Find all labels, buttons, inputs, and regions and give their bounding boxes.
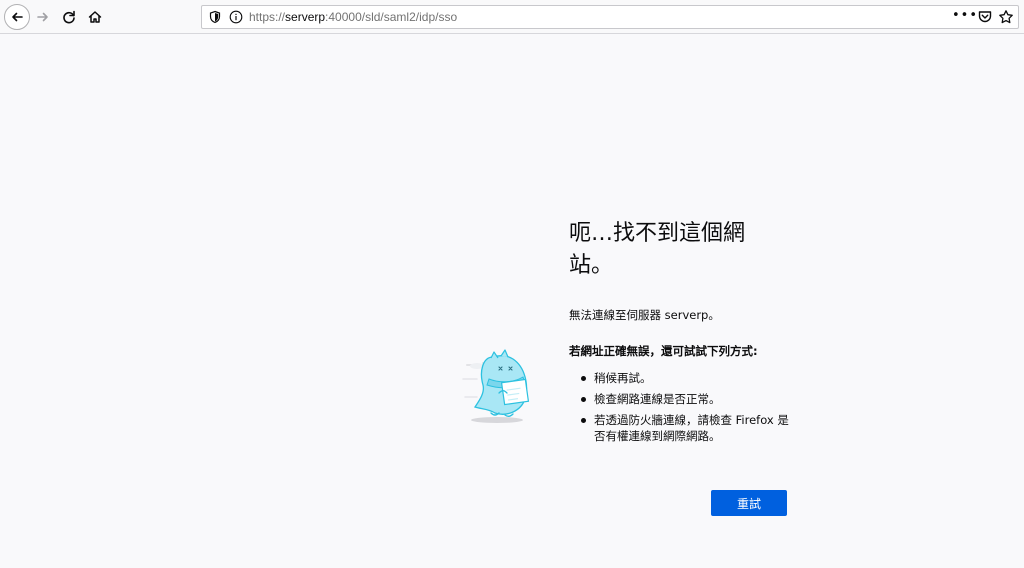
- suggestion-item: 若透過防火牆連線，請檢查 Firefox 是否有權連線到網際網路。: [581, 412, 799, 444]
- forward-button[interactable]: [30, 4, 56, 30]
- connection-failure-illustration: [462, 349, 530, 423]
- error-title: 呃…找不到這個網站。: [569, 221, 746, 278]
- site-info-icon[interactable]: [229, 10, 243, 24]
- tracking-protection-shield-icon[interactable]: [208, 10, 222, 24]
- forward-arrow-icon: [37, 12, 48, 22]
- suggestions-list: 稍候再試。 檢查網路連線是否正常。 若透過防火牆連線，請檢查 Firefox 是…: [569, 370, 799, 444]
- back-arrow-icon: [12, 12, 23, 22]
- reload-button[interactable]: [56, 4, 82, 30]
- back-button[interactable]: [4, 4, 30, 30]
- url-host: serverp: [285, 10, 326, 24]
- home-icon: [88, 11, 102, 23]
- error-description: 無法連線至伺服器 serverp。: [569, 308, 720, 322]
- suggestion-item: 稍候再試。: [581, 370, 799, 386]
- suggestions-heading: 若網址正確無誤，還可試試下列方式:: [569, 344, 758, 358]
- url-path: :40000/sld/saml2/idp/sso: [325, 10, 458, 24]
- suggestion-item: 檢查網路連線是否正常。: [581, 391, 799, 407]
- url-bar[interactable]: https://serverp:40000/sld/saml2/idp/sso …: [201, 5, 1019, 29]
- page-actions-menu-icon[interactable]: •••: [952, 8, 977, 26]
- url-scheme: https://: [249, 10, 286, 24]
- error-message-block: 呃…找不到這個網站。 無法連線至伺服器 serverp。 若網址正確無誤，還可試…: [569, 218, 799, 449]
- reload-icon: [63, 10, 75, 24]
- url-text[interactable]: https://serverp:40000/sld/saml2/idp/sso: [249, 10, 457, 24]
- bookmark-star-icon[interactable]: [998, 9, 1014, 25]
- home-button[interactable]: [82, 4, 108, 30]
- browser-toolbar: https://serverp:40000/sld/saml2/idp/sso …: [0, 0, 1024, 34]
- pocket-icon[interactable]: [977, 9, 993, 25]
- retry-button[interactable]: 重試: [711, 490, 787, 516]
- error-page: [0, 35, 1024, 568]
